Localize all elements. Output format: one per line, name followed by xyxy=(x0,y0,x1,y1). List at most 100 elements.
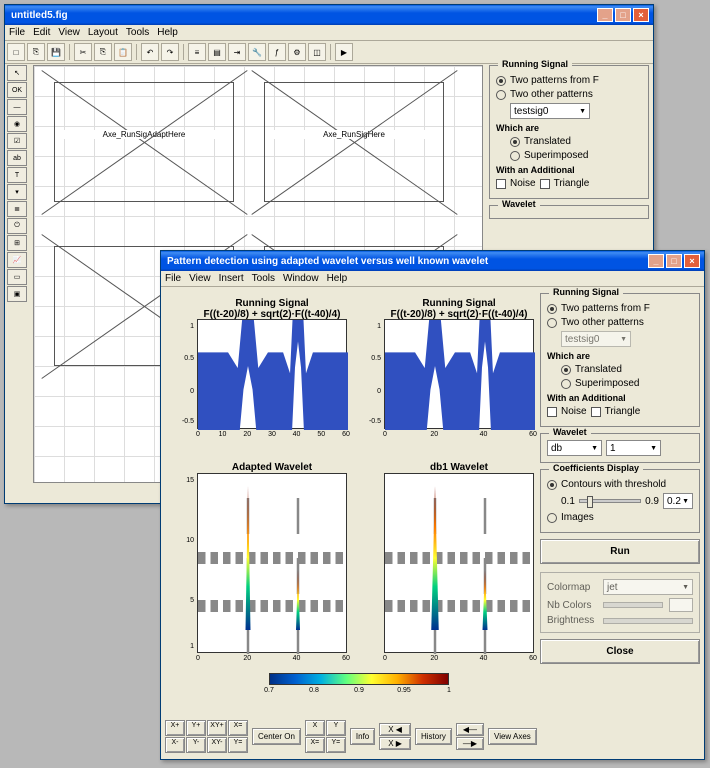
pushbutton-tool-icon[interactable]: OK xyxy=(7,82,27,98)
menu-insert[interactable]: Insert xyxy=(219,273,244,284)
save-icon[interactable]: 💾 xyxy=(47,43,65,61)
check-noise[interactable]: Noise xyxy=(547,406,587,417)
menu-file[interactable]: File xyxy=(9,27,25,38)
center-x-eq[interactable]: X= xyxy=(305,737,325,753)
minimize-button[interactable]: _ xyxy=(648,254,664,268)
menu-file[interactable]: File xyxy=(165,273,181,284)
center-on-button[interactable]: Center On xyxy=(252,728,301,745)
check-triangle[interactable]: Triangle xyxy=(540,178,590,189)
plot-running-signal-adapted[interactable]: Running SignalF((t-20)/8) + sqrt(2)·F((t… xyxy=(197,319,347,429)
buttongroup-tool-icon[interactable]: ▣ xyxy=(7,286,27,302)
slider-tool-icon[interactable]: — xyxy=(7,99,27,115)
view-axes-button[interactable]: View Axes xyxy=(488,728,537,745)
history-prev[interactable]: X ◀ xyxy=(379,723,411,736)
axes-tool-icon[interactable]: 📈 xyxy=(7,252,27,268)
check-noise[interactable]: Noise xyxy=(496,178,536,189)
undo-icon[interactable]: ↶ xyxy=(141,43,159,61)
align-icon[interactable]: ≡ xyxy=(188,43,206,61)
text-tool-icon[interactable]: T xyxy=(7,167,27,183)
paste-icon[interactable]: 📋 xyxy=(114,43,132,61)
redo-icon[interactable]: ↷ xyxy=(161,43,179,61)
history-button[interactable]: History xyxy=(415,728,452,745)
brightness-slider[interactable] xyxy=(603,618,693,624)
panel-tool-icon[interactable]: ▭ xyxy=(7,269,27,285)
new-icon[interactable]: □ xyxy=(7,43,25,61)
radio-contours[interactable]: Contours with threshold xyxy=(547,479,693,490)
close-button[interactable]: Close xyxy=(540,639,700,664)
plot-db1-wavelet[interactable]: db1 Wavelet 0 20 40 60 xyxy=(384,473,534,653)
radio-two-patterns-f[interactable]: Two patterns from F xyxy=(496,75,642,86)
nbcolors-value[interactable] xyxy=(669,598,693,612)
close-button[interactable]: × xyxy=(684,254,700,268)
popup-tool-icon[interactable]: ▾ xyxy=(7,184,27,200)
radio-tool-icon[interactable]: ◉ xyxy=(7,116,27,132)
table-tool-icon[interactable]: ⊞ xyxy=(7,235,27,251)
radio-superimposed[interactable]: Superimposed xyxy=(510,150,642,161)
menu-window[interactable]: Window xyxy=(283,273,319,284)
maximize-button[interactable]: □ xyxy=(615,8,631,22)
radio-superimposed[interactable]: Superimposed xyxy=(561,378,693,389)
menu-help[interactable]: Help xyxy=(157,27,178,38)
titlebar[interactable]: Pattern detection using adapted wavelet … xyxy=(161,251,704,271)
toggle-tool-icon[interactable]: ⏻ xyxy=(7,218,27,234)
menu-tools[interactable]: Tools xyxy=(126,27,149,38)
center-y[interactable]: Y xyxy=(326,720,346,736)
check-triangle[interactable]: Triangle xyxy=(591,406,641,417)
select-tool-icon[interactable]: ↖ xyxy=(7,65,27,81)
cut-icon[interactable]: ✂ xyxy=(74,43,92,61)
mfile-icon[interactable]: ƒ xyxy=(268,43,286,61)
listbox-tool-icon[interactable]: ≣ xyxy=(7,201,27,217)
checkbox-tool-icon[interactable]: ☑ xyxy=(7,133,27,149)
menu-tools[interactable]: Tools xyxy=(252,273,275,284)
zoom-y-eq[interactable]: Y= xyxy=(228,737,248,753)
zoom-x-minus[interactable]: X- xyxy=(165,737,185,753)
radio-two-other-patterns[interactable]: Two other patterns xyxy=(496,89,642,100)
zoom-xy-plus[interactable]: XY+ xyxy=(207,720,227,736)
open-icon[interactable]: ⎘ xyxy=(27,43,45,61)
titlebar[interactable]: untitled5.fig _ □ × xyxy=(5,5,653,25)
radio-images[interactable]: Images xyxy=(547,512,693,523)
radio-translated[interactable]: Translated xyxy=(510,136,642,147)
maximize-button[interactable]: □ xyxy=(666,254,682,268)
plot-adapted-wavelet[interactable]: Adapted Wavelet 1 xyxy=(197,473,347,653)
history-next[interactable]: X ▶ xyxy=(379,737,411,750)
property-inspector-icon[interactable]: ⚙ xyxy=(288,43,306,61)
axes-placeholder-1[interactable]: Axe_RunSigAdaptHere xyxy=(54,82,234,202)
tab-order-icon[interactable]: ⇥ xyxy=(228,43,246,61)
wavelet-order-select[interactable]: 1 xyxy=(606,440,661,456)
zoom-y-plus[interactable]: Y+ xyxy=(186,720,206,736)
menu-help[interactable]: Help xyxy=(327,273,348,284)
zoom-x-eq[interactable]: X= xyxy=(228,720,248,736)
toolbar-editor-icon[interactable]: 🔧 xyxy=(248,43,266,61)
menu-editor-icon[interactable]: ▤ xyxy=(208,43,226,61)
slider-thumb[interactable] xyxy=(587,496,593,508)
plot-running-signal-db1[interactable]: Running SignalF((t-20)/8) + sqrt(2)·F((t… xyxy=(384,319,534,429)
minimize-button[interactable]: _ xyxy=(597,8,613,22)
menu-view[interactable]: View xyxy=(189,273,211,284)
center-y-eq[interactable]: Y= xyxy=(326,737,346,753)
copy-icon[interactable]: ⎘ xyxy=(94,43,112,61)
colormap-select[interactable]: jet xyxy=(603,579,693,595)
threshold-value[interactable]: 0.2 xyxy=(663,493,693,509)
edit-tool-icon[interactable]: ab xyxy=(7,150,27,166)
history-fwd[interactable]: —▶ xyxy=(456,737,484,750)
object-browser-icon[interactable]: ◫ xyxy=(308,43,326,61)
center-x[interactable]: X xyxy=(305,720,325,736)
menu-layout[interactable]: Layout xyxy=(88,27,118,38)
zoom-x-plus[interactable]: X+ xyxy=(165,720,185,736)
radio-translated[interactable]: Translated xyxy=(561,364,693,375)
menu-edit[interactable]: Edit xyxy=(33,27,50,38)
pattern-select[interactable]: testsig0 xyxy=(510,103,590,119)
info-button[interactable]: Info xyxy=(350,728,375,745)
nbcolors-slider[interactable] xyxy=(603,602,663,608)
axes-placeholder-2[interactable]: Axe_RunSigHere xyxy=(264,82,444,202)
run-icon[interactable]: ▶ xyxy=(335,43,353,61)
radio-two-other-patterns[interactable]: Two other patterns xyxy=(547,317,693,328)
zoom-y-minus[interactable]: Y- xyxy=(186,737,206,753)
zoom-xy-minus[interactable]: XY- xyxy=(207,737,227,753)
close-button[interactable]: × xyxy=(633,8,649,22)
threshold-slider[interactable] xyxy=(579,499,641,503)
menu-view[interactable]: View xyxy=(58,27,80,38)
history-back[interactable]: ◀— xyxy=(456,723,484,736)
run-button[interactable]: Run xyxy=(540,539,700,564)
